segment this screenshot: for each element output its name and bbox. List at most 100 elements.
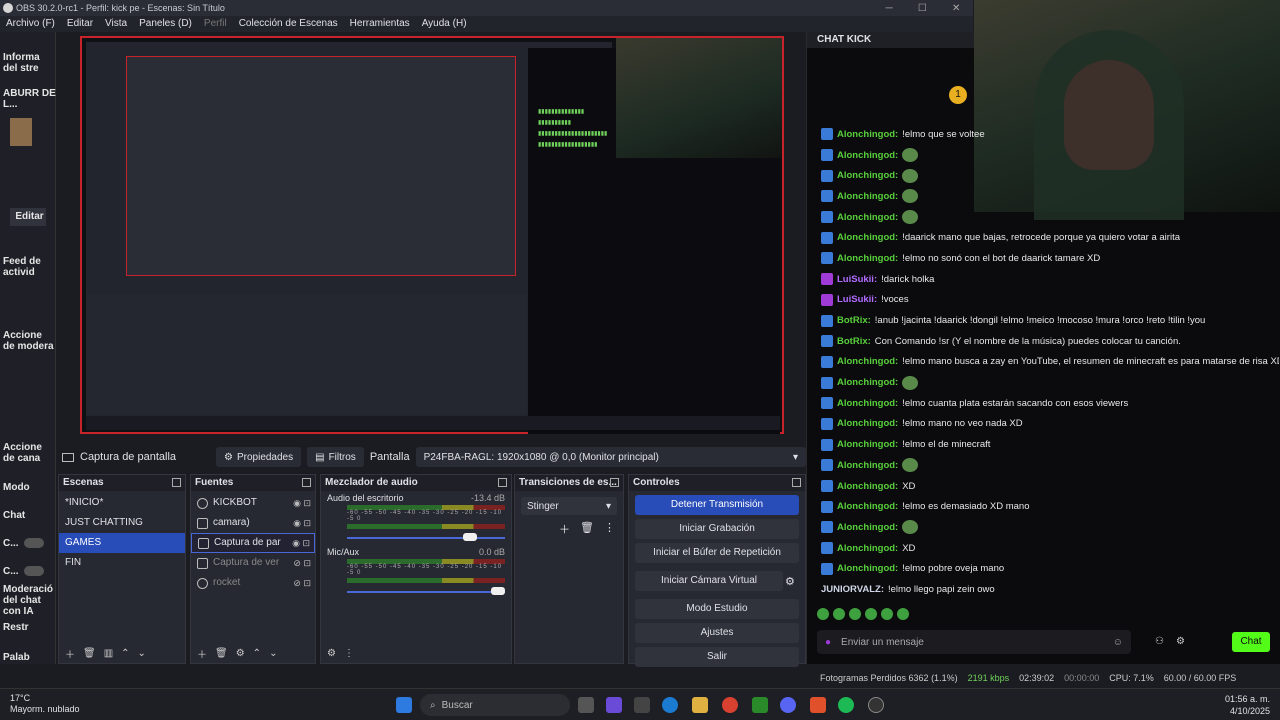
- eye-icon[interactable]: ◉ ⊡: [292, 533, 310, 553]
- emote-icon[interactable]: [849, 608, 861, 620]
- weather-widget[interactable]: 17°C Mayorm. nublado: [10, 693, 80, 715]
- stop-stream-button[interactable]: Detener Transmisión: [635, 495, 799, 515]
- gear-icon[interactable]: ⚙: [1176, 636, 1185, 647]
- add-icon[interactable]: ＋: [197, 646, 207, 661]
- menu-ayuda[interactable]: Ayuda (H): [422, 16, 467, 32]
- dock-modo[interactable]: Modo: [0, 482, 56, 493]
- scene-item[interactable]: FIN: [59, 553, 185, 573]
- gear-icon[interactable]: ⚙: [785, 575, 805, 588]
- obs-taskbar-icon[interactable]: [868, 697, 884, 713]
- filters-button[interactable]: ▤ Filtros: [307, 447, 364, 467]
- exit-button[interactable]: Salir: [635, 647, 799, 667]
- users-icon[interactable]: ⚇: [1155, 636, 1164, 647]
- studio-mode-button[interactable]: Modo Estudio: [635, 599, 799, 619]
- emote-icon[interactable]: [833, 608, 845, 620]
- arrow-down-icon[interactable]: ⌄: [138, 648, 146, 659]
- emote-icon[interactable]: [817, 608, 829, 620]
- eye-icon[interactable]: ◉ ⊡: [293, 513, 311, 533]
- chat-username[interactable]: Alonchingod:: [837, 253, 898, 264]
- arrow-up-icon[interactable]: ⌃: [253, 648, 261, 659]
- chat-username[interactable]: Alonchingod:: [837, 481, 898, 492]
- chat-username[interactable]: Alonchingod:: [837, 563, 898, 574]
- chat-username[interactable]: Alonchingod:: [837, 418, 898, 429]
- toggle-1[interactable]: [24, 538, 44, 548]
- undock-icon[interactable]: [792, 478, 801, 487]
- filter-icon[interactable]: ▥: [104, 648, 113, 659]
- start-recording-button[interactable]: Iniciar Grabación: [635, 519, 799, 539]
- dock-palab[interactable]: Palab: [0, 652, 56, 663]
- close-icon[interactable]: ✕: [952, 3, 960, 14]
- emoji-icon[interactable]: ☺: [1113, 637, 1123, 648]
- mic-icon[interactable]: ●: [825, 637, 831, 648]
- undock-icon[interactable]: [610, 478, 619, 487]
- scene-item[interactable]: JUST CHATTING: [59, 513, 185, 533]
- chat-username[interactable]: Alonchingod:: [837, 356, 898, 367]
- trash-icon[interactable]: 🗑: [580, 521, 594, 537]
- chat-username[interactable]: JUNIORVALZ:: [821, 584, 884, 595]
- menu-archivo[interactable]: Archivo (F): [6, 16, 55, 32]
- system-tray[interactable]: 01:56 a. m. 4/10/2025: [1225, 693, 1270, 717]
- chat-send-button[interactable]: Chat: [1232, 632, 1270, 652]
- copilot-icon[interactable]: [606, 697, 622, 713]
- minimize-icon[interactable]: ─: [886, 3, 893, 14]
- taskbar-search[interactable]: ⌕ Buscar: [420, 694, 570, 716]
- edit-button[interactable]: Editar: [10, 208, 46, 226]
- eye-icon[interactable]: ◉ ⊡: [293, 493, 311, 513]
- properties-button[interactable]: ⚙ Propiedades: [216, 447, 302, 467]
- chat-username[interactable]: Alonchingod:: [837, 543, 898, 554]
- eye-hidden-icon[interactable]: ⊘ ⊡: [293, 573, 311, 593]
- menu-perfil[interactable]: Perfil: [204, 16, 227, 32]
- gear-icon[interactable]: ⚙: [236, 648, 245, 659]
- chat-username[interactable]: Alonchingod:: [837, 150, 898, 161]
- source-item[interactable]: Captura de ver ⊘ ⊡: [191, 553, 315, 573]
- excel-icon[interactable]: [752, 697, 768, 713]
- menu-editar[interactable]: Editar: [67, 16, 93, 32]
- settings-button[interactable]: Ajustes: [635, 623, 799, 643]
- scene-item-selected[interactable]: GAMES: [59, 533, 185, 553]
- chat-username[interactable]: Alonchingod:: [837, 170, 898, 181]
- source-item[interactable]: camara) ◉ ⊡: [191, 513, 315, 533]
- arrow-down-icon[interactable]: ⌄: [269, 648, 277, 659]
- transition-select[interactable]: Stinger ▾: [521, 497, 617, 515]
- chat-username[interactable]: LuiSukii:: [837, 274, 877, 285]
- undock-icon[interactable]: [172, 478, 181, 487]
- chat-username[interactable]: BotRix:: [837, 336, 871, 347]
- edge-icon[interactable]: [662, 697, 678, 713]
- chat-username[interactable]: LuiSukii:: [837, 294, 877, 305]
- chat-username[interactable]: Alonchingod:: [837, 377, 898, 388]
- task-view-icon[interactable]: [578, 697, 594, 713]
- slider-knob[interactable]: [462, 533, 477, 541]
- brave-icon[interactable]: [810, 697, 826, 713]
- monitor-select[interactable]: P24FBA-RAGL: 1920x1080 @ 0,0 (Monitor pr…: [415, 447, 806, 467]
- more-icon[interactable]: ⋮: [344, 648, 354, 659]
- undock-icon[interactable]: [498, 478, 507, 487]
- chat-username[interactable]: Alonchingod:: [837, 501, 898, 512]
- chat-username[interactable]: Alonchingod:: [837, 522, 898, 533]
- chrome-icon[interactable]: [722, 697, 738, 713]
- eye-hidden-icon[interactable]: ⊘ ⊡: [293, 553, 311, 573]
- chat-username[interactable]: Alonchingod:: [837, 191, 898, 202]
- chat-username[interactable]: Alonchingod:: [837, 212, 898, 223]
- gear-icon[interactable]: ⚙: [327, 648, 336, 659]
- store-icon[interactable]: [634, 697, 650, 713]
- volume-slider[interactable]: [347, 587, 505, 597]
- source-item[interactable]: rocket ⊘ ⊡: [191, 573, 315, 593]
- more-icon[interactable]: ⋮: [604, 521, 615, 537]
- menu-coleccion[interactable]: Colección de Escenas: [239, 16, 338, 32]
- slider-knob[interactable]: [491, 587, 505, 595]
- windows-start-icon[interactable]: [396, 697, 412, 713]
- scene-item[interactable]: *INICIO*: [59, 493, 185, 513]
- volume-slider[interactable]: [347, 533, 505, 543]
- source-item[interactable]: KICKBOT ◉ ⊡: [191, 493, 315, 513]
- explorer-icon[interactable]: [692, 697, 708, 713]
- emote-icon[interactable]: [881, 608, 893, 620]
- menu-herramientas[interactable]: Herramientas: [350, 16, 410, 32]
- source-item-selected[interactable]: Captura de par ◉ ⊡: [191, 533, 315, 553]
- arrow-up-icon[interactable]: ⌃: [121, 648, 129, 659]
- dock-restr[interactable]: Restr: [0, 622, 56, 633]
- replay-buffer-button[interactable]: Iniciar el Búfer de Repetición: [635, 543, 799, 563]
- virtual-camera-button[interactable]: Iniciar Cámara Virtual: [635, 571, 783, 591]
- chat-username[interactable]: Alonchingod:: [837, 460, 898, 471]
- trash-icon[interactable]: 🗑: [83, 648, 96, 659]
- toggle-2[interactable]: [24, 566, 44, 576]
